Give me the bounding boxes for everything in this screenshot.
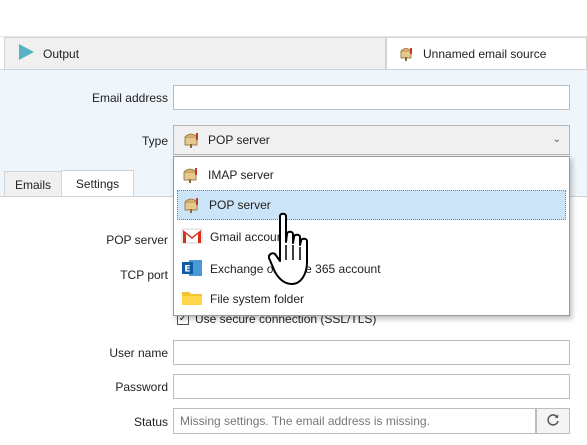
type-dropdown-list: IMAP server POP server Gmail account E E… (173, 156, 570, 316)
tab-active-label: Unnamed email source (423, 47, 547, 61)
status-label: Status (133, 415, 168, 429)
mailbox-icon (182, 130, 202, 151)
email-address-label: Email address (91, 91, 168, 105)
dropdown-item-pop[interactable]: POP server (177, 190, 566, 220)
svg-text:E: E (184, 264, 190, 274)
status-field: Missing settings. The email address is m… (173, 408, 536, 434)
dropdown-item-imap[interactable]: IMAP server (177, 160, 566, 190)
tab-emails[interactable]: Emails (4, 171, 62, 197)
user-name-input[interactable] (173, 340, 570, 365)
mailbox-icon (399, 45, 415, 64)
tab-output[interactable]: Output (4, 37, 386, 69)
type-select[interactable]: POP server ⌄ (173, 125, 570, 155)
mailbox-icon (182, 195, 202, 216)
user-name-label: User name (109, 346, 168, 360)
dropdown-item-folder[interactable]: File system folder (177, 284, 566, 314)
tab-output-label: Output (43, 46, 80, 61)
folder-icon (181, 289, 203, 310)
type-select-value: POP server (208, 133, 270, 147)
pop-server-label: POP server (106, 233, 168, 247)
tab-settings[interactable]: Settings (61, 170, 134, 197)
email-address-input[interactable] (173, 85, 570, 110)
chevron-down-icon: ⌄ (552, 134, 561, 145)
dropdown-item-gmail[interactable]: Gmail account (177, 222, 566, 252)
dropdown-item-label: POP server (209, 198, 271, 212)
dropdown-item-exchange[interactable]: E Exchange or Office 365 account (177, 254, 566, 284)
refresh-icon (546, 413, 560, 430)
top-bar (0, 0, 587, 37)
mailbox-icon (181, 165, 201, 186)
refresh-button[interactable] (536, 408, 570, 434)
exchange-icon: E (181, 258, 203, 281)
tcp-port-label: TCP port (120, 268, 168, 282)
type-label: Type (141, 134, 168, 148)
dropdown-item-label: IMAP server (208, 168, 274, 182)
password-input[interactable] (173, 374, 570, 399)
tab-unnamed-email-source[interactable]: Unnamed email source (386, 37, 587, 70)
play-icon (17, 43, 35, 64)
gmail-icon (181, 227, 203, 248)
dropdown-item-label: File system folder (210, 292, 305, 306)
hand-cursor-icon (267, 212, 318, 293)
password-label: Password (115, 380, 168, 394)
